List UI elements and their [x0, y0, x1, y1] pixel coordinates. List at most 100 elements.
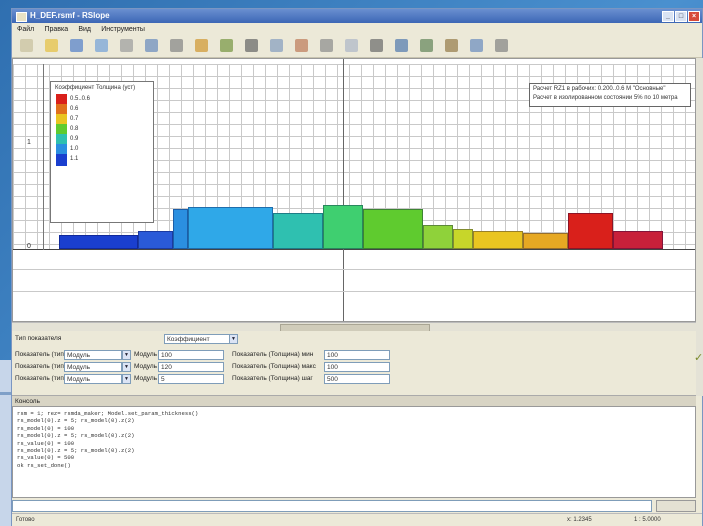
- chevron-down-icon[interactable]: ▼: [122, 374, 131, 384]
- prop-row-select[interactable]: Модуль: [64, 374, 122, 384]
- axis-line: [343, 59, 344, 321]
- prop-field-label: Модуль: [134, 375, 158, 382]
- node-icon[interactable]: [220, 39, 233, 52]
- prop-row-label: Показатель (тип): [15, 375, 67, 382]
- profile-block: [453, 229, 473, 249]
- prop-row-label: Показатель (тип): [15, 351, 67, 358]
- status-coords: x: 1.2345: [567, 517, 592, 523]
- zoom-out-icon[interactable]: [445, 39, 458, 52]
- left-axis-line: [43, 64, 44, 250]
- prop-right-label: Показатель (Толщина) макс: [232, 363, 316, 370]
- apply-check-icon[interactable]: ✓: [694, 351, 703, 364]
- profile-block: [59, 235, 138, 249]
- app-window: H_DEF.rsmf - RSlope _ □ × Файл Правка Ви…: [11, 8, 703, 526]
- window-title: H_DEF.rsmf - RSlope: [30, 11, 110, 20]
- select-icon[interactable]: [245, 39, 258, 52]
- zoom-icon[interactable]: [345, 39, 358, 52]
- menu-bar: Файл Правка Вид Инструменты: [12, 23, 702, 35]
- prop-right-label: Показатель (Толщина) мин: [232, 351, 314, 358]
- prop-right-label: Показатель (Толщина) шаг: [232, 375, 313, 382]
- menu-view[interactable]: Вид: [78, 26, 91, 33]
- y-tick-0: 0: [27, 243, 31, 250]
- prop-field-label: Модуль: [134, 363, 158, 370]
- legend-label: 0.8: [70, 126, 79, 132]
- info-note: Расчет RZ1 в рабочих: 0.200..0.6 М "Осно…: [529, 83, 691, 107]
- pointer-icon[interactable]: [145, 39, 158, 52]
- profile-block: [363, 209, 423, 249]
- toolbar: [12, 35, 702, 58]
- lower-band-2: [13, 291, 695, 292]
- run-button[interactable]: [656, 500, 696, 512]
- chevron-down-icon[interactable]: ▼: [122, 362, 131, 372]
- legend-swatch: [56, 154, 67, 166]
- prop-field-input[interactable]: 120: [158, 362, 224, 372]
- new-icon[interactable]: [20, 39, 33, 52]
- desktop-strip: [0, 360, 11, 526]
- profile-block: [138, 231, 173, 249]
- legend-title: Коэффициент Толщина (уст): [55, 85, 136, 91]
- props-type-select[interactable]: Коэффициент: [164, 334, 230, 344]
- prop-row-select[interactable]: Модуль: [64, 350, 122, 360]
- profile-block: [173, 209, 188, 249]
- console-line: rsm = 1; rez= rsmda_maker; Model.set_par…: [17, 410, 199, 417]
- y-tick-1: 1: [27, 139, 31, 146]
- maximize-button[interactable]: □: [675, 11, 687, 22]
- console-line: rs_model(0).z = 5; rs_model(0).z(2): [17, 417, 135, 425]
- legend-label: 1.1: [70, 156, 79, 162]
- save-icon[interactable]: [70, 39, 83, 52]
- profile-block: [523, 233, 568, 249]
- lower-band-1: [13, 269, 695, 270]
- console-title: Консоль: [15, 398, 40, 405]
- console-line: rs_model(0).z = 5; rs_model(0).z(2): [17, 432, 135, 440]
- label-icon[interactable]: [320, 39, 333, 52]
- model-canvas[interactable]: 1 0 Коэффициент Толщина (уст) 0.5..0.6 0.…: [12, 58, 696, 322]
- prop-right-input[interactable]: 100: [324, 350, 390, 360]
- menu-file[interactable]: Файл: [17, 26, 34, 33]
- undo-icon[interactable]: [95, 39, 108, 52]
- status-text: Готово: [16, 517, 35, 523]
- edit-icon[interactable]: [195, 39, 208, 52]
- move-icon[interactable]: [295, 39, 308, 52]
- prop-field-input[interactable]: 100: [158, 350, 224, 360]
- chevron-down-icon[interactable]: ▼: [122, 350, 131, 360]
- legend-label: 0.9: [70, 136, 79, 142]
- profile-block: [568, 213, 613, 249]
- desktop-strip-line: [0, 392, 11, 395]
- console-line: rs_value(0) = 100: [17, 439, 75, 447]
- note-line-2: Расчет в изолированном состоянии 5% по 1…: [533, 95, 678, 101]
- chart-icon[interactable]: [395, 39, 408, 52]
- prop-field-label: Модуль: [134, 351, 158, 358]
- prop-right-input[interactable]: 500: [324, 374, 390, 384]
- legend-label: 0.5..0.6: [70, 96, 91, 102]
- close-button[interactable]: ×: [688, 11, 700, 22]
- console-header: Консоль: [12, 395, 696, 406]
- ground-line: [13, 249, 695, 250]
- minimize-button[interactable]: _: [662, 11, 674, 22]
- prop-field-input[interactable]: 5: [158, 374, 224, 384]
- menu-edit[interactable]: Правка: [44, 26, 68, 33]
- line-icon[interactable]: [170, 39, 183, 52]
- command-input[interactable]: [12, 500, 652, 512]
- props-type-label: Тип показателя: [15, 335, 62, 342]
- settings-icon[interactable]: [495, 39, 508, 52]
- prop-row-label: Показатель (тип): [15, 363, 67, 370]
- menu-tools[interactable]: Инструменты: [101, 26, 145, 33]
- profile-block: [273, 213, 323, 249]
- vertical-scrollbar[interactable]: [696, 58, 703, 396]
- prop-right-input[interactable]: 100: [324, 362, 390, 372]
- chevron-down-icon[interactable]: ▼: [229, 334, 238, 344]
- console-output[interactable]: rsm = 1; rez= rsmda_maker; Model.set_par…: [12, 406, 696, 498]
- text-icon[interactable]: [370, 39, 383, 52]
- table-icon[interactable]: [270, 39, 283, 52]
- profile-block: [613, 231, 663, 249]
- zoom-in-icon[interactable]: [420, 39, 433, 52]
- console-line: ok rs_set_done(): [17, 461, 71, 469]
- profile-block: [323, 205, 363, 249]
- title-bar: H_DEF.rsmf - RSlope _ □ ×: [12, 9, 702, 23]
- fit-icon[interactable]: [470, 39, 483, 52]
- open-icon[interactable]: [45, 39, 58, 52]
- prop-row-select[interactable]: Модуль: [64, 362, 122, 372]
- redo-icon[interactable]: [120, 39, 133, 52]
- properties-panel: Тип показателя Коэффициент ▼ Показатель …: [12, 331, 696, 395]
- profile-block: [473, 231, 523, 249]
